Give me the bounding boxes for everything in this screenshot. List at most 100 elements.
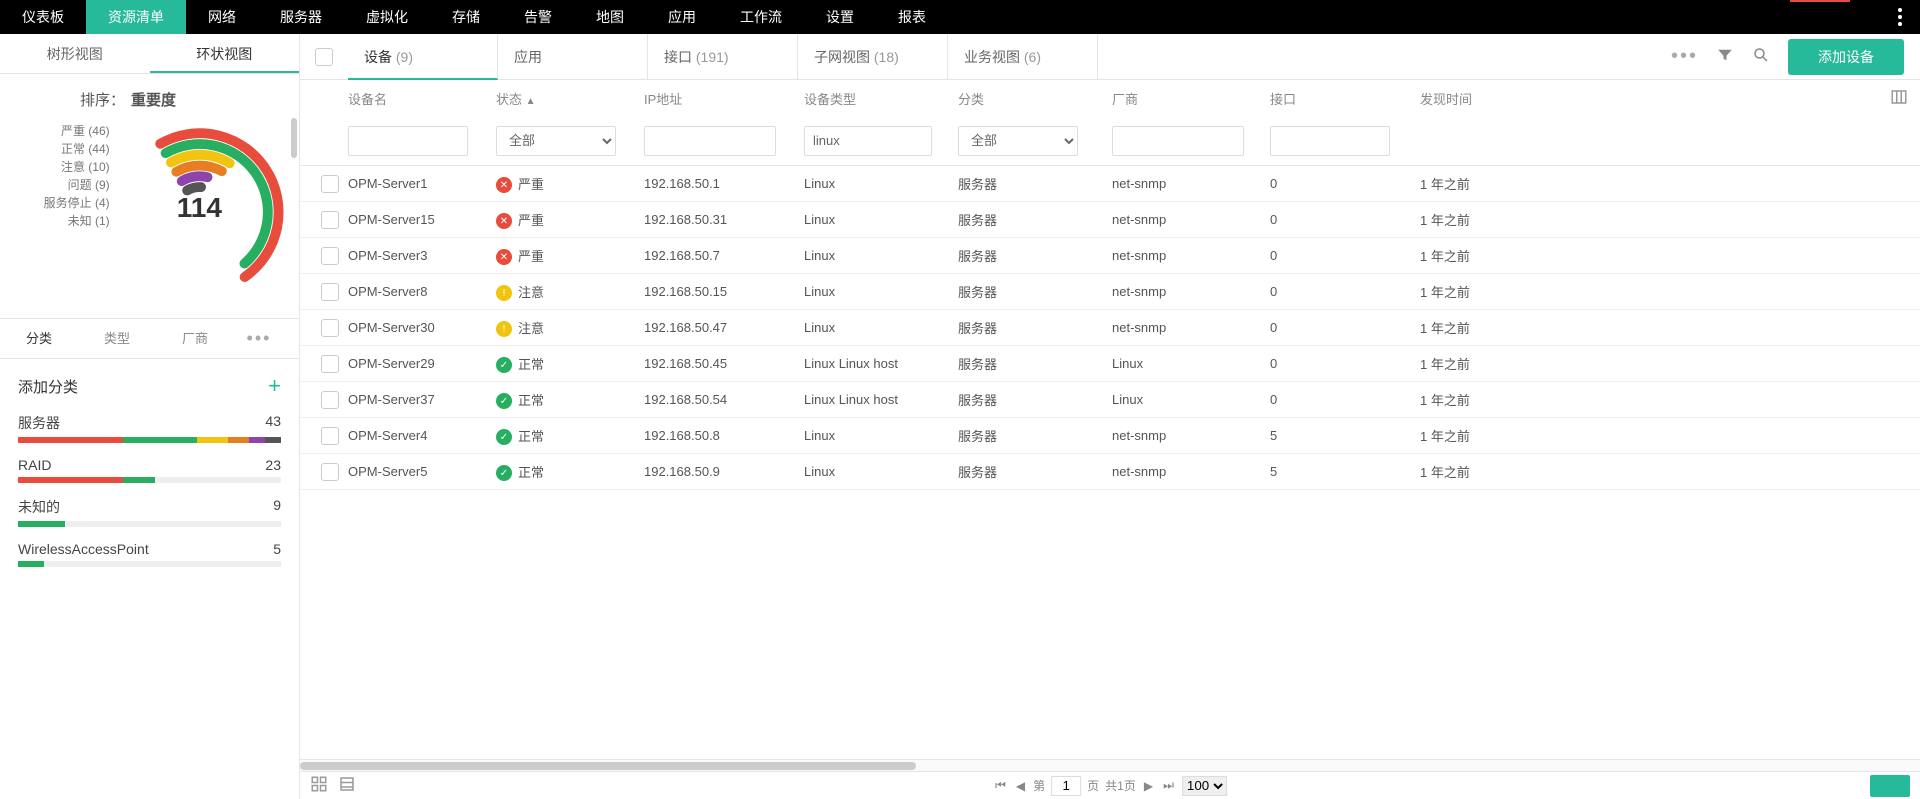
col-interfaces[interactable]: 接口: [1270, 89, 1420, 108]
cell-time: 1 年之前: [1420, 390, 1560, 409]
horizontal-scrollbar[interactable]: [300, 759, 1920, 771]
legend-item[interactable]: 问题 (9): [10, 176, 110, 194]
table-row[interactable]: OPM-Server1✕严重192.168.50.1Linux服务器net-sn…: [300, 166, 1920, 202]
cell-vendor: Linux: [1112, 356, 1270, 371]
nav-item-1[interactable]: 资源清单: [86, 0, 186, 34]
legend-item[interactable]: 正常 (44): [10, 140, 110, 158]
footer-action-button[interactable]: [1870, 775, 1910, 797]
category-count: 23: [265, 457, 281, 473]
add-category-button[interactable]: +: [268, 373, 281, 399]
row-checkbox[interactable]: [312, 175, 348, 193]
table-row[interactable]: OPM-Server29✓正常192.168.50.45Linux Linux …: [300, 346, 1920, 382]
cat-tab-1[interactable]: 类型: [78, 319, 156, 359]
col-discovery-time[interactable]: 发现时间: [1420, 89, 1560, 108]
row-checkbox[interactable]: [312, 247, 348, 265]
prev-page-icon[interactable]: ◀: [1014, 779, 1027, 793]
cell-vendor: net-snmp: [1112, 176, 1270, 191]
content-tab-0[interactable]: 设备 (9): [348, 34, 498, 80]
list-view-icon[interactable]: [338, 775, 356, 796]
filter-vendor-input[interactable]: [1112, 126, 1244, 156]
content-tab-2[interactable]: 接口 (191): [648, 34, 798, 80]
table-row[interactable]: OPM-Server15✕严重192.168.50.31Linux服务器net-…: [300, 202, 1920, 238]
legend-item[interactable]: 严重 (46): [10, 122, 110, 140]
tab-tree-view[interactable]: 树形视图: [0, 34, 150, 73]
filter-status-select[interactable]: 全部: [496, 126, 616, 156]
row-checkbox[interactable]: [312, 463, 348, 481]
legend-item[interactable]: 服务停止 (4): [10, 194, 110, 212]
col-device-type[interactable]: 设备类型: [804, 89, 958, 108]
col-category[interactable]: 分类: [958, 89, 1112, 108]
row-checkbox[interactable]: [312, 283, 348, 301]
col-device-name[interactable]: 设备名: [348, 89, 496, 108]
sort-value[interactable]: 重要度: [131, 92, 176, 109]
kebab-menu-icon[interactable]: [1898, 0, 1902, 34]
cell-interfaces: 5: [1270, 464, 1420, 479]
cell-status: ✓正常: [496, 354, 644, 374]
table-row[interactable]: OPM-Server37✓正常192.168.50.54Linux Linux …: [300, 382, 1920, 418]
nav-item-6[interactable]: 告警: [502, 0, 574, 34]
category-bar: [18, 437, 281, 443]
col-ip[interactable]: IP地址: [644, 89, 804, 108]
select-all-checkbox[interactable]: [300, 48, 348, 66]
category-item[interactable]: WirelessAccessPoint5: [18, 541, 281, 567]
more-category-tabs-icon[interactable]: •••: [234, 328, 284, 349]
status-donut-chart[interactable]: 114: [110, 118, 289, 298]
legend-item[interactable]: 注意 (10): [10, 158, 110, 176]
cell-category: 服务器: [958, 462, 1112, 481]
cat-tab-2[interactable]: 厂商: [156, 319, 234, 359]
sidebar-scrollbar[interactable]: [291, 118, 297, 158]
last-page-icon[interactable]: ⏭: [1161, 778, 1176, 793]
column-settings-icon[interactable]: [1890, 88, 1908, 109]
nav-item-11[interactable]: 报表: [876, 0, 948, 34]
device-table: 设备名 状态 ▲ IP地址 设备类型 分类 厂商 接口 发现时间 全部 全部: [300, 80, 1920, 759]
category-bar: [18, 561, 281, 567]
category-item[interactable]: RAID23: [18, 457, 281, 483]
table-row[interactable]: OPM-Server5✓正常192.168.50.9Linux服务器net-sn…: [300, 454, 1920, 490]
col-vendor[interactable]: 厂商: [1112, 89, 1270, 108]
per-page-select[interactable]: 100: [1182, 776, 1227, 796]
filter-icon[interactable]: [1716, 46, 1734, 67]
filter-category-select[interactable]: 全部: [958, 126, 1078, 156]
row-checkbox[interactable]: [312, 211, 348, 229]
category-item[interactable]: 服务器43: [18, 413, 281, 443]
nav-item-5[interactable]: 存储: [430, 0, 502, 34]
nav-item-8[interactable]: 应用: [646, 0, 718, 34]
add-device-button[interactable]: 添加设备: [1788, 39, 1904, 75]
search-icon[interactable]: [1752, 46, 1770, 67]
next-page-icon[interactable]: ▶: [1142, 779, 1155, 793]
first-page-icon[interactable]: ⏮: [993, 778, 1008, 793]
table-row[interactable]: OPM-Server30!注意192.168.50.47Linux服务器net-…: [300, 310, 1920, 346]
cat-tab-0[interactable]: 分类: [0, 319, 78, 359]
row-checkbox[interactable]: [312, 319, 348, 337]
nav-item-4[interactable]: 虚拟化: [344, 0, 430, 34]
filter-type-input[interactable]: [804, 126, 932, 156]
row-checkbox[interactable]: [312, 391, 348, 409]
content-tab-1[interactable]: 应用: [498, 34, 648, 80]
table-row[interactable]: OPM-Server8!注意192.168.50.15Linux服务器net-s…: [300, 274, 1920, 310]
table-row[interactable]: OPM-Server3✕严重192.168.50.7Linux服务器net-sn…: [300, 238, 1920, 274]
table-row[interactable]: OPM-Server4✓正常192.168.50.8Linux服务器net-sn…: [300, 418, 1920, 454]
content-tab-3[interactable]: 子网视图 (18): [798, 34, 948, 80]
cell-type: Linux Linux host: [804, 392, 958, 407]
nav-item-10[interactable]: 设置: [804, 0, 876, 34]
filter-interface-input[interactable]: [1270, 126, 1390, 156]
nav-item-7[interactable]: 地图: [574, 0, 646, 34]
row-checkbox[interactable]: [312, 355, 348, 373]
legend-item[interactable]: 未知 (1): [10, 212, 110, 230]
grid-view-icon[interactable]: [310, 775, 328, 796]
page-input[interactable]: [1051, 776, 1081, 796]
filter-name-input[interactable]: [348, 126, 468, 156]
content-tab-4[interactable]: 业务视图 (6): [948, 34, 1098, 80]
category-item[interactable]: 未知的9: [18, 497, 281, 527]
nav-item-9[interactable]: 工作流: [718, 0, 804, 34]
col-status[interactable]: 状态 ▲: [496, 89, 644, 108]
status-icon: !: [496, 321, 512, 337]
filter-ip-input[interactable]: [644, 126, 776, 156]
nav-item-3[interactable]: 服务器: [258, 0, 344, 34]
cell-interfaces: 0: [1270, 212, 1420, 227]
nav-item-2[interactable]: 网络: [186, 0, 258, 34]
more-actions-icon[interactable]: •••: [1671, 45, 1698, 68]
row-checkbox[interactable]: [312, 427, 348, 445]
tab-ring-view[interactable]: 环状视图: [150, 34, 300, 73]
nav-item-0[interactable]: 仪表板: [0, 0, 86, 34]
